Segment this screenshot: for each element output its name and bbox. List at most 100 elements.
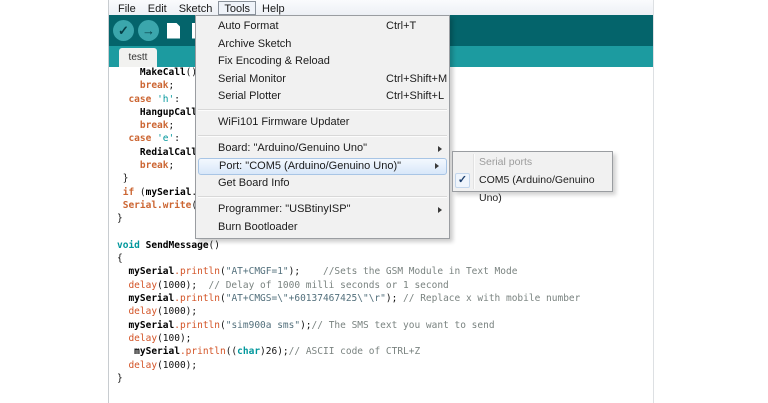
menu-item-label: Burn Bootloader bbox=[218, 221, 298, 233]
code-token: mySerial bbox=[128, 266, 174, 277]
menubar-item-edit[interactable]: Edit bbox=[142, 1, 173, 15]
code-token bbox=[117, 360, 128, 371]
code-line: break; bbox=[117, 160, 174, 171]
code-token: (1000); bbox=[157, 360, 197, 371]
code-line: void SendMessage() bbox=[117, 240, 220, 251]
code-token bbox=[117, 107, 140, 118]
menubar-item-sketch[interactable]: Sketch bbox=[173, 1, 219, 15]
code-line: delay(1000); // Delay of 1000 milli seco… bbox=[117, 280, 449, 291]
code-line: { bbox=[117, 253, 123, 264]
page: FileEditSketchToolsHelp ✓ → testt MakeCal… bbox=[0, 0, 768, 403]
menubar-item-help[interactable]: Help bbox=[256, 1, 291, 15]
code-token: "AT+CMGS=\"+60137467425\"\r" bbox=[226, 293, 386, 304]
menu-item-label: Board: "Arduino/Genuino Uno" bbox=[218, 142, 367, 154]
menu-item-label: Serial Monitor bbox=[218, 73, 286, 85]
code-token: () bbox=[209, 240, 220, 251]
menu-item-get-board-info[interactable]: Get Board Info bbox=[196, 175, 449, 193]
code-line: break; bbox=[117, 80, 174, 91]
code-line: break; bbox=[117, 120, 174, 131]
tools-menu: Auto FormatCtrl+TArchive SketchFix Encod… bbox=[195, 15, 450, 239]
code-token: ); bbox=[289, 266, 323, 277]
menu-item-label: Serial Plotter bbox=[218, 90, 281, 102]
arrow-right-icon: → bbox=[142, 24, 155, 37]
code-line: mySerial.println((char)26);// ASCII code… bbox=[117, 346, 420, 357]
code-token bbox=[117, 147, 140, 158]
check-icon: ✓ bbox=[118, 24, 129, 37]
new-sketch-button[interactable] bbox=[163, 20, 184, 41]
submenu-item-com5-arduino-genuino-uno[interactable]: ✓COM5 (Arduino/Genuino Uno) bbox=[453, 171, 612, 189]
code-line: case 'e': bbox=[117, 133, 180, 144]
code-token: RedialCall bbox=[140, 147, 197, 158]
code-token bbox=[117, 160, 140, 171]
menu-item-port-com5-arduino-genuino-uno[interactable]: Port: "COM5 (Arduino/Genuino Uno)" bbox=[198, 158, 447, 176]
code-token: break bbox=[140, 80, 169, 91]
code-token: (1000); bbox=[157, 306, 197, 317]
checkmark-icon: ✓ bbox=[455, 173, 470, 188]
code-token bbox=[117, 80, 140, 91]
code-token bbox=[117, 320, 128, 331]
code-token: // Delay of 1000 milli seconds or 1 seco… bbox=[209, 280, 449, 291]
code-token bbox=[117, 346, 134, 357]
code-token: .println bbox=[174, 293, 220, 304]
menu-separator bbox=[196, 193, 449, 202]
code-line: } bbox=[117, 213, 123, 224]
code-token: SendMessage bbox=[146, 240, 209, 251]
menu-item-serial-monitor[interactable]: Serial Monitor Ctrl+Shift+M bbox=[196, 71, 449, 89]
menu-item-label: Get Board Info bbox=[218, 177, 290, 189]
code-token: (( bbox=[226, 346, 237, 357]
code-token: delay bbox=[128, 280, 157, 291]
menu-item-serial-plotter[interactable]: Serial Plotter Ctrl+Shift+L bbox=[196, 88, 449, 106]
code-token: char bbox=[237, 346, 260, 357]
code-token: "AT+CMGF=1" bbox=[226, 266, 289, 277]
menubar-item-file[interactable]: File bbox=[112, 1, 142, 15]
port-submenu: Serial ports ✓COM5 (Arduino/Genuino Uno) bbox=[452, 151, 613, 192]
code-token: break bbox=[140, 160, 169, 171]
code-token: Serial.write bbox=[123, 200, 192, 211]
code-token: .println bbox=[180, 346, 226, 357]
code-line: } bbox=[117, 373, 123, 384]
verify-button[interactable]: ✓ bbox=[113, 20, 134, 41]
code-token: (100); bbox=[157, 333, 191, 344]
code-token bbox=[117, 280, 128, 291]
code-token: } bbox=[117, 173, 128, 184]
menu-item-programmer-usbtinyisp[interactable]: Programmer: "USBtinyISP" bbox=[196, 201, 449, 219]
port-submenu-header: Serial ports bbox=[453, 154, 612, 171]
menu-item-label: WiFi101 Firmware Updater bbox=[218, 116, 349, 128]
code-token: mySerial bbox=[128, 320, 174, 331]
code-token: : bbox=[174, 133, 180, 144]
code-token: HangupCall bbox=[140, 107, 197, 118]
menu-item-wifi101-firmware-updater[interactable]: WiFi101 Firmware Updater bbox=[196, 114, 449, 132]
code-token: case bbox=[128, 133, 151, 144]
menu-item-burn-bootloader[interactable]: Burn Bootloader bbox=[196, 219, 449, 237]
tab-testt[interactable]: testt bbox=[119, 48, 157, 67]
code-token bbox=[117, 67, 140, 78]
menu-item-shortcut: Ctrl+Shift+L bbox=[386, 88, 444, 106]
menu-separator bbox=[196, 132, 449, 141]
code-token: ; bbox=[169, 120, 175, 131]
menu-item-board-arduino-genuino-uno[interactable]: Board: "Arduino/Genuino Uno" bbox=[196, 140, 449, 158]
menu-item-fix-encoding-reload[interactable]: Fix Encoding & Reload bbox=[196, 53, 449, 71]
code-token: { bbox=[117, 253, 123, 264]
code-token: ; bbox=[169, 160, 175, 171]
code-token: .println bbox=[174, 320, 220, 331]
code-token: )26); bbox=[260, 346, 289, 357]
submenu-arrow-icon bbox=[438, 207, 442, 213]
code-token bbox=[117, 94, 128, 105]
code-line: case 'h': bbox=[117, 94, 180, 105]
code-line: MakeCall(); bbox=[117, 67, 203, 78]
menu-item-shortcut: Ctrl+Shift+M bbox=[386, 71, 447, 89]
code-token: ); bbox=[300, 320, 311, 331]
menu-item-label: Port: "COM5 (Arduino/Genuino Uno)" bbox=[219, 160, 401, 172]
code-token: 'h' bbox=[157, 94, 174, 105]
code-token: // The SMS text you want to send bbox=[312, 320, 495, 331]
menu-item-auto-format[interactable]: Auto FormatCtrl+T bbox=[196, 18, 449, 36]
upload-button[interactable]: → bbox=[138, 20, 159, 41]
menu-item-archive-sketch[interactable]: Archive Sketch bbox=[196, 36, 449, 54]
menubar-item-tools[interactable]: Tools bbox=[218, 1, 256, 15]
code-token: break bbox=[140, 120, 169, 131]
code-line: mySerial.println("sim900a sms");// The S… bbox=[117, 320, 495, 331]
menu-item-label: Programmer: "USBtinyISP" bbox=[218, 203, 351, 215]
code-token bbox=[117, 293, 128, 304]
code-line: delay(100); bbox=[117, 333, 191, 344]
code-token: mySerial bbox=[134, 346, 180, 357]
